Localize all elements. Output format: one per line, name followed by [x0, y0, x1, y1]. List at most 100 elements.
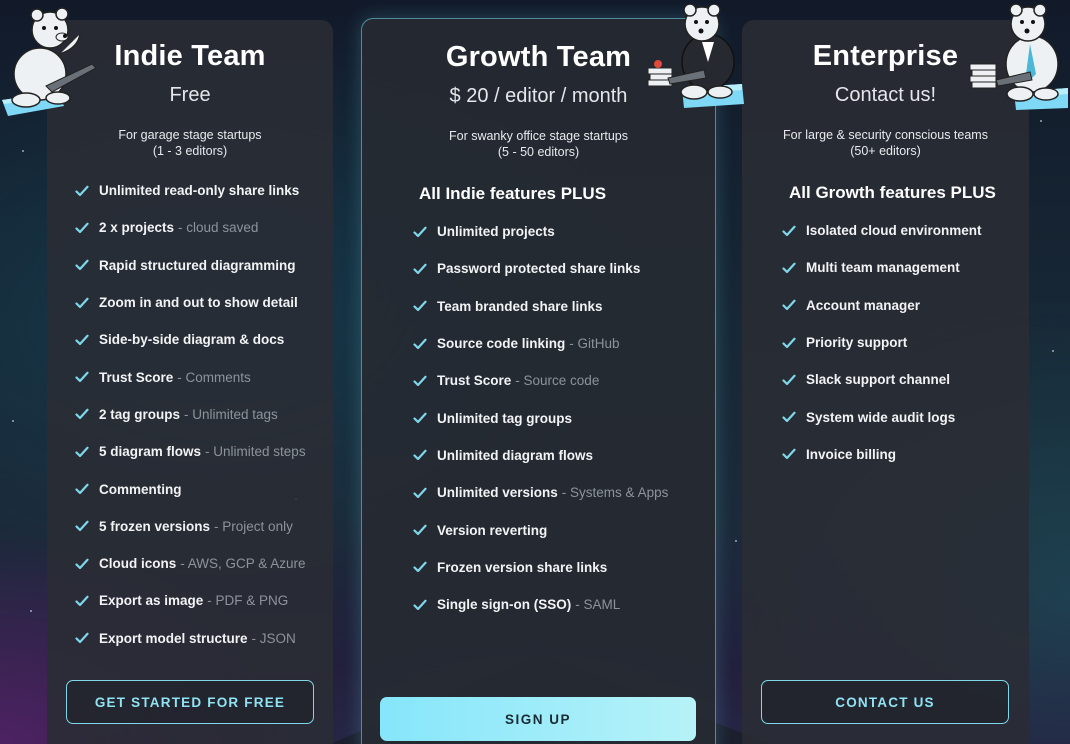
check-icon	[413, 374, 427, 388]
check-icon	[75, 258, 89, 272]
feature-item: Slack support channel	[782, 361, 982, 398]
feature-label: Isolated cloud environment	[806, 223, 982, 239]
feature-label: Side-by-side diagram & docs	[99, 332, 285, 348]
feature-label: Rapid structured diagramming	[99, 257, 296, 273]
feature-note: - cloud saved	[178, 220, 259, 236]
check-icon	[413, 299, 427, 313]
plan-audience: For garage stage startups	[118, 128, 262, 142]
feature-label: Version reverting	[437, 522, 548, 538]
feature-item: Isolated cloud environment	[782, 212, 982, 249]
feature-item: Account manager	[782, 287, 982, 324]
feature-label: 2 x projects	[99, 220, 175, 236]
feature-note: - Comments	[177, 369, 251, 385]
star	[12, 420, 14, 422]
check-icon	[782, 224, 796, 238]
feature-item: Unlimited projects	[413, 213, 668, 250]
check-icon	[413, 225, 427, 239]
feature-note: - GitHub	[569, 336, 620, 352]
polar-bear-laptop-icon	[2, 7, 97, 116]
plan-editor-range: (5 - 50 editors)	[497, 145, 580, 159]
feature-item: Cloud icons - AWS, GCP & Azure	[75, 545, 306, 582]
feature-item: 5 diagram flows - Unlimited steps	[75, 433, 306, 470]
check-icon	[782, 261, 796, 275]
feature-label: Unlimited tag groups	[437, 410, 572, 426]
feature-list: Unlimited read-only share links 2 x proje…	[75, 172, 306, 657]
check-icon	[75, 333, 89, 347]
check-icon	[413, 598, 427, 612]
check-icon	[75, 296, 89, 310]
check-icon	[413, 337, 427, 351]
feature-label: Cloud icons	[99, 556, 177, 572]
check-icon	[413, 411, 427, 425]
feature-item: Frozen version share links	[413, 549, 668, 586]
feature-label: Single sign-on (SSO)	[437, 597, 572, 613]
check-icon	[75, 370, 89, 384]
feature-label: Trust Score	[99, 369, 174, 385]
feature-item: Side-by-side diagram & docs	[75, 321, 306, 358]
check-icon	[75, 445, 89, 459]
feature-item: Export model structure - JSON	[75, 620, 306, 657]
feature-label: Team branded share links	[437, 298, 603, 314]
feature-note: - PDF & PNG	[207, 593, 289, 609]
get-started-button[interactable]: GET STARTED FOR FREE	[66, 680, 314, 724]
star	[1052, 350, 1054, 352]
feature-label: Password protected share links	[437, 261, 641, 277]
sign-up-button[interactable]: SIGN UP	[380, 697, 696, 741]
plan-description: For swanky office stage startups (5 - 50…	[362, 128, 715, 160]
feature-item: Version reverting	[413, 511, 668, 548]
feature-item: Multi team management	[782, 249, 982, 286]
feature-label: 5 diagram flows	[99, 444, 202, 460]
feature-label: System wide audit logs	[806, 409, 956, 425]
feature-note: - Unlimited tags	[184, 406, 278, 422]
feature-label: Unlimited diagram flows	[437, 447, 594, 463]
feature-label: Priority support	[806, 335, 908, 351]
check-icon	[413, 448, 427, 462]
check-icon	[782, 410, 796, 424]
feature-item: Single sign-on (SSO) - SAML	[413, 586, 668, 623]
star	[30, 610, 32, 612]
feature-item: Priority support	[782, 324, 982, 361]
plan-description: For garage stage startups (1 - 3 editors…	[47, 127, 333, 159]
plan-editor-range: (50+ editors)	[850, 144, 921, 158]
check-icon	[413, 523, 427, 537]
feature-note: - Source code	[515, 373, 600, 389]
feature-label: Trust Score	[437, 373, 512, 389]
check-icon	[75, 407, 89, 421]
feature-list: Isolated cloud environment Multi team man…	[782, 212, 982, 473]
plan-card-growth: Growth Team $ 20 / editor / month For sw…	[361, 18, 716, 744]
feature-item: 2 tag groups - Unlimited tags	[75, 396, 306, 433]
polar-bear-tie-laptop-icon	[969, 4, 1068, 110]
feature-item: 2 x projects - cloud saved	[75, 209, 306, 246]
check-icon	[413, 262, 427, 276]
feature-label: Invoice billing	[806, 446, 897, 462]
feature-label: Commenting	[99, 481, 182, 497]
feature-item: 5 frozen versions - Project only	[75, 508, 306, 545]
feature-item: Zoom in and out to show detail	[75, 284, 306, 321]
feature-list: Unlimited projects Password protected sha…	[413, 213, 668, 623]
contact-us-button[interactable]: CONTACT US	[761, 680, 1009, 724]
feature-label: 5 frozen versions	[99, 518, 211, 534]
feature-item: Unlimited read-only share links	[75, 172, 306, 209]
check-icon	[75, 557, 89, 571]
check-icon	[782, 298, 796, 312]
check-icon	[782, 336, 796, 350]
plan-audience: For large & security conscious teams	[783, 128, 988, 142]
check-icon	[75, 631, 89, 645]
feature-label: Multi team management	[806, 260, 960, 276]
feature-note: - Project only	[214, 518, 293, 534]
plus-heading: All Indie features PLUS	[419, 184, 607, 203]
feature-label: Export model structure	[99, 630, 248, 646]
feature-item: Export as image - PDF & PNG	[75, 582, 306, 619]
feature-label: Account manager	[806, 297, 921, 313]
check-icon	[782, 447, 796, 461]
feature-label: Slack support channel	[806, 372, 951, 388]
feature-label: 2 tag groups	[99, 406, 181, 422]
plan-editor-range: (1 - 3 editors)	[152, 144, 228, 158]
feature-item: Trust Score - Source code	[413, 362, 668, 399]
feature-item: System wide audit logs	[782, 398, 982, 435]
plan-audience: For swanky office stage startups	[448, 129, 629, 143]
feature-item: Password protected share links	[413, 250, 668, 287]
feature-note: - SAML	[575, 597, 621, 613]
plan-card-enterprise: Enterprise Contact us! For large & secur…	[742, 20, 1029, 744]
star	[735, 540, 737, 542]
